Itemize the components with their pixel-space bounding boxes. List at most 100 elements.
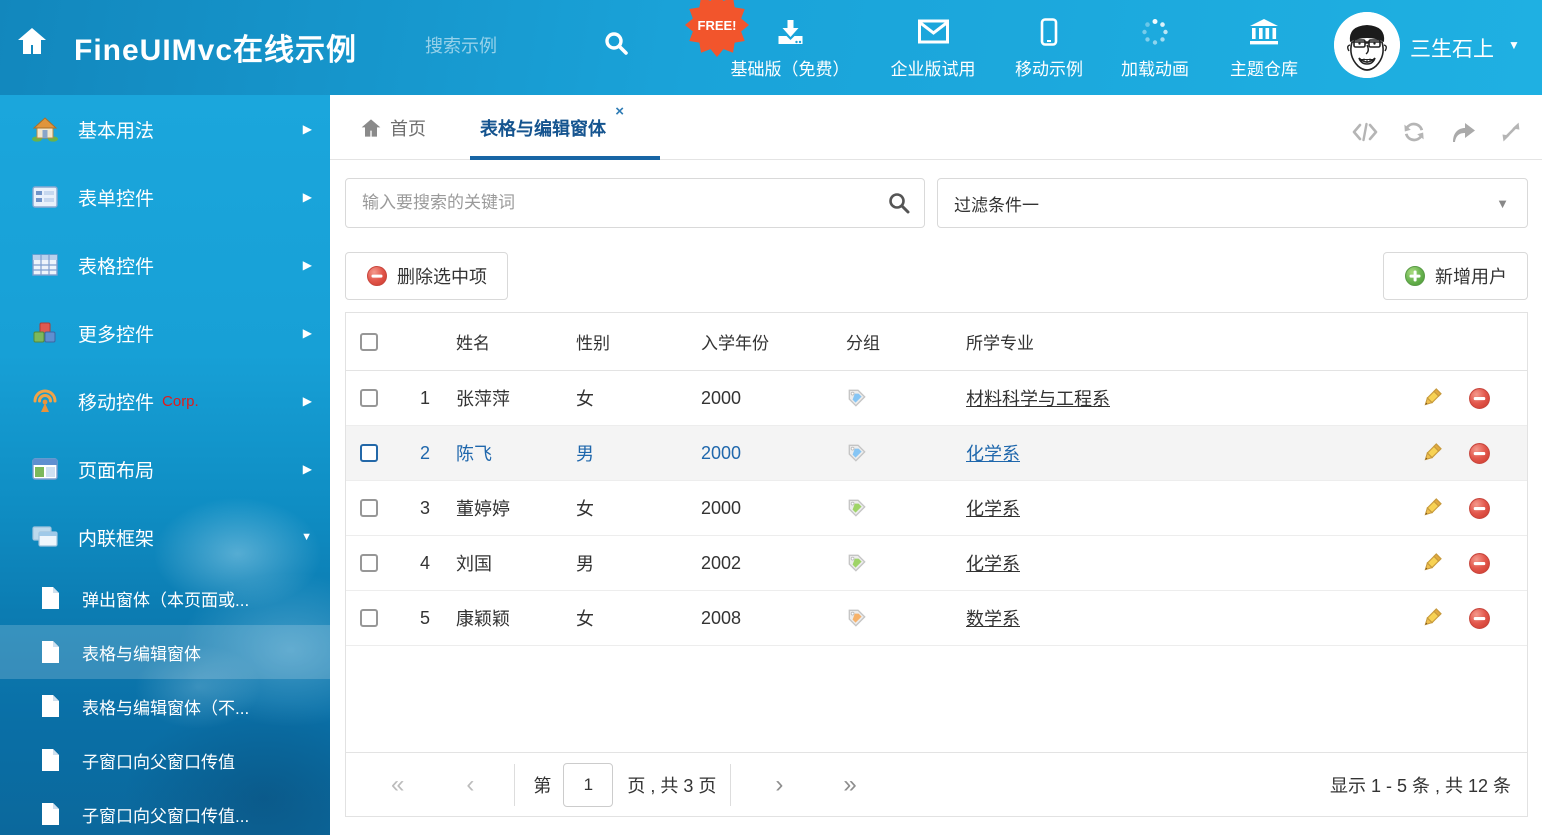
- cell-group: [831, 497, 951, 519]
- tab-grid-edit-window[interactable]: 表格与编辑窗体 ×: [470, 95, 660, 160]
- prev-page-icon[interactable]: ‹: [466, 773, 474, 797]
- cell-year: 2002: [686, 553, 831, 574]
- filter-condition-select[interactable]: 过滤条件一 ▼: [937, 178, 1528, 228]
- main-content: 首页 表格与编辑窗体 ×: [330, 95, 1542, 835]
- row-index: 3: [391, 498, 438, 519]
- tab-close-icon[interactable]: ×: [615, 103, 624, 120]
- sidebar-subitem-child-to-parent-2[interactable]: 子窗口向父窗口传值...: [0, 787, 330, 835]
- chevron-right-icon: ▶: [303, 462, 312, 476]
- app-title[interactable]: FineUIMvc在线示例: [74, 25, 357, 69]
- cell-gender: 女: [561, 495, 686, 521]
- sidebar-subitem-child-to-parent[interactable]: 子窗口向父窗口传值: [0, 733, 330, 787]
- cell-gender: 男: [561, 550, 686, 576]
- header-search-input[interactable]: [425, 28, 595, 64]
- major-link[interactable]: 化学系: [966, 554, 1020, 574]
- nav-item-basic-free[interactable]: 基础版（免费）: [731, 18, 850, 80]
- sidebar-item-more-controls[interactable]: 更多控件 ▶: [0, 299, 330, 367]
- cell-year: 2008: [686, 608, 831, 629]
- next-page-icon[interactable]: ›: [775, 773, 783, 797]
- mail-icon: [917, 18, 949, 46]
- table-row[interactable]: 1 张萍萍 女 2000 材料科学与工程系: [346, 371, 1527, 426]
- delete-selected-button[interactable]: 删除选中项: [345, 252, 508, 300]
- sidebar-subitem-grid-edit-window[interactable]: 表格与编辑窗体: [0, 625, 330, 679]
- row-checkbox[interactable]: [360, 444, 378, 462]
- sidebar-item-form-controls[interactable]: 表单控件 ▶: [0, 163, 330, 231]
- sidebar-item-basic-usage[interactable]: 基本用法 ▶: [0, 95, 330, 163]
- sidebar-subitem-popup-window[interactable]: 弹出窗体（本页面或...: [0, 571, 330, 625]
- page-number-input[interactable]: [563, 763, 613, 807]
- column-header-year[interactable]: 入学年份: [686, 329, 831, 354]
- file-icon: [40, 586, 60, 610]
- row-checkbox[interactable]: [360, 609, 378, 627]
- cell-group: [831, 442, 951, 464]
- select-caret-icon: ▼: [1496, 196, 1509, 211]
- keyword-search-input[interactable]: [345, 178, 925, 228]
- major-link[interactable]: 数学系: [966, 609, 1020, 629]
- delete-row-icon[interactable]: [1468, 607, 1491, 630]
- column-header-major[interactable]: 所学专业: [951, 329, 1397, 354]
- select-all-checkbox[interactable]: [360, 333, 378, 351]
- column-header-name[interactable]: 姓名: [438, 329, 561, 354]
- edit-row-icon[interactable]: [1421, 497, 1443, 519]
- column-header-group[interactable]: 分组: [831, 329, 951, 354]
- file-icon: [40, 640, 60, 664]
- chevron-right-icon: ▶: [303, 258, 312, 272]
- chevron-down-icon: ▼: [301, 531, 312, 543]
- user-name[interactable]: 三生石上: [1410, 33, 1494, 63]
- sidebar-item-grid-controls[interactable]: 表格控件 ▶: [0, 231, 330, 299]
- row-checkbox[interactable]: [360, 499, 378, 517]
- delete-row-icon[interactable]: [1468, 552, 1491, 575]
- nav-item-enterprise-trial[interactable]: 企业版试用: [891, 18, 976, 80]
- header-search-icon[interactable]: [603, 30, 629, 56]
- add-user-button[interactable]: 新增用户: [1383, 252, 1528, 300]
- nav-item-loading-animation[interactable]: 加载动画: [1121, 18, 1189, 80]
- major-link[interactable]: 材料科学与工程系: [966, 389, 1110, 409]
- table-row[interactable]: 3 董婷婷 女 2000 化学系: [346, 481, 1527, 536]
- home-icon[interactable]: [16, 26, 48, 56]
- tab-bar: 首页 表格与编辑窗体 ×: [330, 95, 1542, 160]
- table-row[interactable]: 2 陈飞 男 2000 化学系: [346, 426, 1527, 481]
- major-link[interactable]: 化学系: [966, 444, 1020, 464]
- nav-item-mobile-demo[interactable]: 移动示例: [1015, 18, 1083, 80]
- edit-row-icon[interactable]: [1421, 387, 1443, 409]
- sidebar-item-inline-frames[interactable]: 内联框架 ▼: [0, 503, 330, 571]
- form-icon: [30, 186, 60, 208]
- cell-group: [831, 552, 951, 574]
- expand-icon[interactable]: [1500, 121, 1522, 143]
- user-avatar[interactable]: [1334, 12, 1400, 78]
- cell-gender: 男: [561, 440, 686, 466]
- row-index: 2: [391, 443, 438, 464]
- column-header-gender[interactable]: 性别: [561, 329, 686, 354]
- delete-row-icon[interactable]: [1468, 387, 1491, 410]
- cubes-icon: [30, 321, 60, 345]
- edit-row-icon[interactable]: [1421, 442, 1443, 464]
- table-row[interactable]: 5 康颖颖 女 2008 数学系: [346, 591, 1527, 646]
- sidebar-subitem-grid-edit-window-2[interactable]: 表格与编辑窗体（不...: [0, 679, 330, 733]
- tag-icon: [846, 552, 868, 574]
- grid-toolbar: 删除选中项 新增用户: [345, 252, 1528, 300]
- first-page-icon[interactable]: «: [391, 773, 404, 797]
- share-forward-icon[interactable]: [1450, 121, 1476, 143]
- delete-row-icon[interactable]: [1468, 442, 1491, 465]
- nav-item-theme-store[interactable]: 主题仓库: [1230, 18, 1298, 80]
- major-link[interactable]: 化学系: [966, 499, 1020, 519]
- antenna-icon: [30, 389, 60, 413]
- tab-toolbar: [1352, 121, 1522, 143]
- cell-gender: 女: [561, 605, 686, 631]
- user-menu-caret-icon[interactable]: ▼: [1508, 38, 1520, 52]
- sidebar-item-mobile-controls[interactable]: 移动控件 Corp. ▶: [0, 367, 330, 435]
- refresh-icon[interactable]: [1402, 121, 1426, 143]
- row-checkbox[interactable]: [360, 554, 378, 572]
- home-tab-icon: [360, 118, 382, 138]
- row-checkbox[interactable]: [360, 389, 378, 407]
- pagination-bar: « ‹ 第 页 , 共 3 页 › » 显示 1 - 5 条 , 共 12 条: [346, 752, 1527, 816]
- source-code-icon[interactable]: [1352, 122, 1378, 142]
- edit-row-icon[interactable]: [1421, 607, 1443, 629]
- search-icon[interactable]: [887, 191, 911, 215]
- sidebar-item-page-layout[interactable]: 页面布局 ▶: [0, 435, 330, 503]
- delete-row-icon[interactable]: [1468, 497, 1491, 520]
- tab-home[interactable]: 首页: [360, 115, 426, 141]
- table-row[interactable]: 4 刘国 男 2002 化学系: [346, 536, 1527, 591]
- last-page-icon[interactable]: »: [843, 773, 856, 797]
- edit-row-icon[interactable]: [1421, 552, 1443, 574]
